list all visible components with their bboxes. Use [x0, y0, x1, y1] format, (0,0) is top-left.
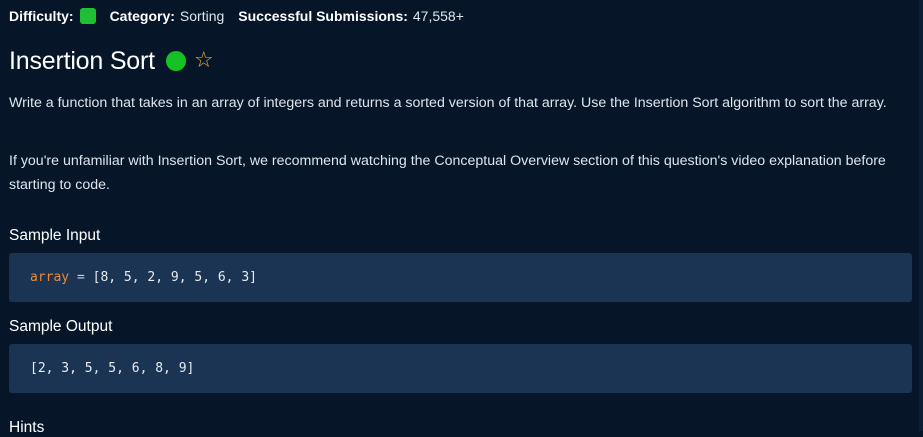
- category-label: Category:: [109, 8, 175, 24]
- title-row: Insertion Sort ☆: [9, 44, 214, 78]
- difficulty-indicator: [79, 8, 96, 24]
- star-outline-icon[interactable]: ☆: [194, 50, 214, 72]
- problem-description: Write a function that takes in an array …: [9, 95, 887, 111]
- code-output-value: [2, 3, 5, 5, 6, 8, 9]: [30, 361, 195, 376]
- sample-input-heading: Sample Input: [9, 227, 101, 244]
- sample-output-block: [2, 3, 5, 5, 6, 8, 9]: [9, 344, 912, 393]
- hints-heading: Hints: [9, 419, 45, 436]
- difficulty-label: Difficulty:: [9, 8, 74, 24]
- submissions-label: Successful Submissions:: [238, 8, 408, 24]
- submissions-value: 47,558+: [412, 8, 464, 24]
- difficulty-dot-icon: [165, 51, 186, 71]
- code-variable: array: [30, 270, 70, 285]
- video-recommendation: If you're unfamiliar with Insertion Sort…: [9, 153, 886, 193]
- problem-meta-bar: Difficulty: Category: Sorting Successful…: [9, 6, 464, 26]
- code-array-value: [8, 5, 2, 9, 5, 6, 3]: [92, 270, 257, 285]
- sample-output-heading: Sample Output: [9, 318, 113, 335]
- page-title: Insertion Sort: [9, 46, 155, 75]
- code-operator: =: [69, 270, 93, 285]
- sample-input-block: array = [8, 5, 2, 9, 5, 6, 3]: [9, 253, 912, 302]
- scrollbar-track[interactable]: [919, 0, 923, 431]
- category-value: Sorting: [179, 8, 225, 24]
